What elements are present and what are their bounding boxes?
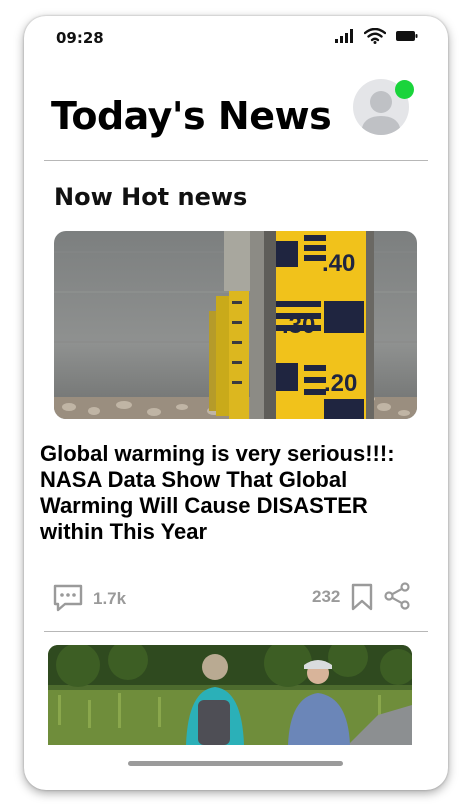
battery-icon — [396, 31, 418, 41]
status-time: 09:28 — [56, 29, 104, 47]
next-article-image[interactable] — [48, 645, 412, 745]
like-count: 232 — [312, 587, 341, 606]
article-meta: 1.7k 232 — [52, 581, 412, 615]
signal-icon — [335, 29, 353, 43]
bookmark-icon[interactable] — [350, 583, 374, 611]
comment-icon[interactable] — [52, 583, 84, 613]
header-divider — [44, 160, 428, 161]
article-divider — [44, 631, 428, 632]
article-hero-image[interactable]: .40 .30 .20 — [54, 231, 417, 419]
svg-text:.30: .30 — [282, 312, 315, 339]
section-title: Now Hot news — [54, 183, 248, 211]
svg-text:.40: .40 — [322, 250, 355, 277]
page-title: Today's News — [51, 94, 332, 138]
share-icon[interactable] — [383, 582, 411, 610]
svg-text:.20: .20 — [324, 370, 357, 397]
article-title[interactable]: Global warming is very serious!!!: NASA … — [40, 441, 432, 545]
wifi-icon — [364, 28, 386, 44]
status-icons — [334, 28, 418, 44]
status-bar: 09:28 — [24, 16, 448, 56]
online-status-dot — [395, 80, 414, 99]
comment-count: 1.7k — [93, 589, 127, 608]
phone-frame: 09:28 Today's News Now Hot news .40 .30 … — [24, 16, 448, 790]
home-indicator[interactable] — [128, 761, 343, 766]
